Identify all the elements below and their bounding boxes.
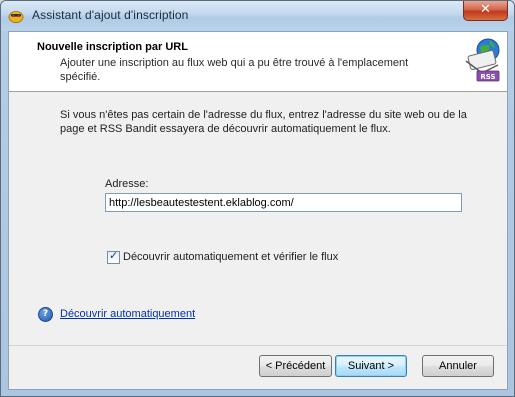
page-subtitle: Ajouter une inscription au flux web qui … [60, 57, 409, 83]
next-button[interactable]: Suivant > [335, 355, 407, 377]
intro-text: Si vous n'êtes pas certain de l'adresse … [60, 109, 467, 135]
rss-feed-icon: RSS [465, 38, 500, 82]
rss-bandit-app-icon [8, 11, 24, 23]
cancel-button[interactable]: Annuler [422, 355, 494, 377]
address-label: Adresse: [105, 178, 149, 190]
window-title: Assistant d'ajout d'inscription [32, 8, 189, 22]
previous-button[interactable]: < Précédent [259, 355, 332, 377]
address-input[interactable] [105, 193, 462, 212]
checkmark-icon: ✓ [109, 249, 119, 262]
page-title: Nouvelle inscription par URL [37, 41, 188, 53]
autodiscover-label[interactable]: Découvrir automatiquement et vérifier le… [123, 251, 338, 263]
autodiscover-help-link[interactable]: Découvrir automatiquement [60, 308, 195, 320]
wizard-body: Nouvelle inscription par URL Ajouter une… [8, 31, 508, 390]
wizard-window: Assistant d'ajout d'inscription ✕ Nouvel… [0, 0, 515, 397]
close-button[interactable]: ✕ [463, 1, 508, 21]
wizard-header: Nouvelle inscription par URL Ajouter une… [9, 32, 507, 92]
footer-divider [9, 345, 507, 346]
title-bar[interactable]: Assistant d'ajout d'inscription ✕ [1, 1, 514, 31]
rss-badge-text: RSS [480, 73, 495, 81]
autodiscover-checkbox[interactable]: ✓ [107, 249, 120, 264]
help-info-icon[interactable]: ? [38, 307, 53, 322]
